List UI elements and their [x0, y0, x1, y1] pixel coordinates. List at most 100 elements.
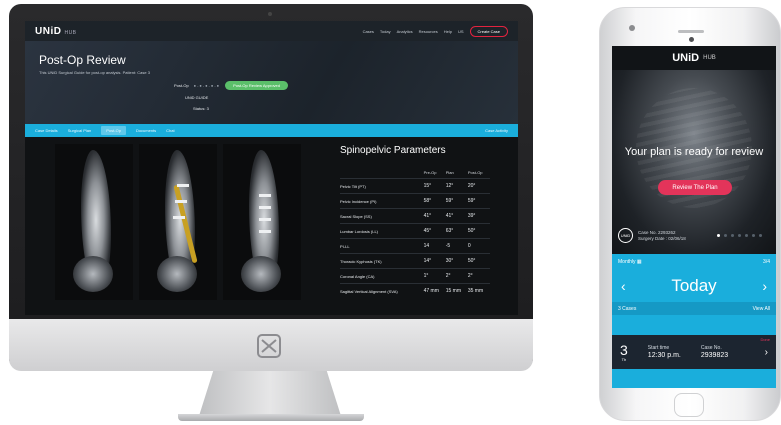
case-list-item[interactable]: 3 Th Start time 12:30 p.m. Case No. 2939…: [612, 335, 776, 369]
approval-row: Post-Op ●-●-●-●-● Post-Op Review Approve…: [174, 81, 289, 90]
chevron-right-icon[interactable]: ›: [762, 278, 767, 294]
monitor-foot: [178, 414, 364, 421]
hero: Post-Op Review This UNiD Surgical Guide …: [25, 41, 518, 124]
tab-case-details[interactable]: Case Details: [35, 128, 58, 133]
calendar-icon: ▦: [636, 258, 642, 265]
tab-post-op[interactable]: Post-Op: [101, 126, 126, 135]
dot-icon: [738, 234, 741, 237]
chevron-right-icon: ›: [764, 346, 768, 358]
approval-label: Post-Op: [174, 83, 189, 88]
phone-hero-image: Your plan is ready for review Review The…: [612, 70, 776, 254]
month-label: Monthly: [618, 258, 636, 265]
monitor-logo-icon: [257, 334, 281, 358]
phone-home-button[interactable]: [674, 393, 704, 417]
case-badge-icon: UNiD: [618, 228, 633, 243]
table-row: PI-LL 14 -5 0: [340, 238, 490, 254]
monitor-camera: [268, 12, 272, 16]
case-text: Case No. 2293262 Surgery Date : 02/06/18: [638, 230, 686, 242]
param-value: 39°: [467, 208, 490, 224]
table-row: Coronal Angle (CA) 1° 2° 2°: [340, 268, 490, 284]
col-header: Pre-Op: [423, 170, 437, 175]
phone-brand-name: UNiD: [672, 52, 700, 64]
dot-icon: [731, 234, 734, 237]
screw-mark: [259, 194, 271, 197]
phone-brand[interactable]: UNiD HUB: [612, 46, 776, 70]
screw-mark: [259, 218, 271, 221]
nav-item[interactable]: Cases: [363, 29, 374, 34]
table-row: Thoracic Kyphosis (TK) 14° 30° 50°: [340, 253, 490, 269]
create-case-button[interactable]: Create Case: [469, 25, 508, 37]
col-header: Plan: [445, 170, 454, 175]
param-value: 30°: [445, 253, 468, 269]
xray-plan[interactable]: [139, 144, 217, 300]
nav-item[interactable]: Help: [444, 29, 452, 34]
param-label: Pelvic Tilt (PT): [340, 178, 424, 194]
tab-surgical-plan[interactable]: Surgical Plan: [68, 128, 92, 133]
start-time-value: 12:30 p.m.: [647, 352, 681, 359]
param-value: 15°: [423, 178, 446, 194]
param-label: Lumbar Lordosis (LL): [340, 223, 424, 239]
phone-case-info: UNiD Case No. 2293262 Surgery Date : 02/…: [618, 228, 686, 243]
screw-mark: [173, 216, 185, 219]
day-selector: ‹ Today ›: [612, 269, 776, 302]
param-label: Pelvic Incidence (PI): [340, 193, 424, 209]
carousel-dots[interactable]: [717, 234, 762, 237]
screw-mark: [259, 206, 271, 209]
progress-dots-icon: ●-●-●-●-●: [193, 83, 221, 88]
tab-case-activity[interactable]: Case Activity: [485, 128, 508, 133]
params-table: Pre-Op Plan Post-Op Pelvic Tilt (PT) 15° 1…: [340, 167, 490, 298]
brand-sub: HUB: [64, 29, 77, 36]
param-value: -5: [445, 238, 468, 254]
start-time-field: Start time 12:30 p.m.: [648, 345, 681, 359]
table-row: Lumbar Lordosis (LL) 45° 63° 50°: [340, 223, 490, 239]
table-row: Pelvic Tilt (PT) 15° 12° 20°: [340, 178, 490, 194]
brand-logo[interactable]: UNiD HUB: [35, 26, 77, 37]
phone-sensor: [689, 37, 694, 42]
case-number-label: Case No.: [700, 345, 722, 351]
main-nav: Cases Today Analytics Resources Help US …: [363, 25, 508, 37]
top-bar: UNiD HUB Cases Today Analytics Resources …: [25, 21, 518, 41]
dot-icon: [745, 234, 748, 237]
calendar-panel: Monthly ▦ 3/4 ‹ Today › 3 Cases View All…: [612, 254, 776, 388]
params-title: Spinopelvic Parameters: [340, 145, 446, 156]
nav-item[interactable]: Resources: [419, 29, 438, 34]
param-value: 12°: [445, 178, 468, 194]
review-plan-button[interactable]: Review The Plan: [658, 180, 732, 195]
xray-post-op[interactable]: [223, 144, 301, 300]
case-date: 3 Th: [620, 343, 628, 362]
chevron-left-icon[interactable]: ‹: [621, 278, 626, 294]
nav-item[interactable]: US: [458, 29, 464, 34]
start-time-label: Start time: [647, 345, 670, 351]
monitor-stand: [199, 371, 341, 416]
pelvis-image: [157, 256, 197, 292]
xray-pre-op[interactable]: [55, 144, 133, 300]
tab-chat[interactable]: Chat: [166, 128, 174, 133]
tab-documents[interactable]: Documents: [136, 128, 156, 133]
param-value: 50°: [467, 223, 490, 239]
screw-mark: [259, 230, 271, 233]
nav-item[interactable]: Analytics: [397, 29, 413, 34]
phone-camera: [629, 25, 635, 31]
phone-speaker: [678, 30, 704, 33]
screw-mark: [175, 200, 187, 203]
param-value: 41°: [445, 208, 468, 224]
pelvis-image: [73, 256, 113, 292]
dot-icon: [752, 234, 755, 237]
case-day-number: 3: [620, 341, 628, 358]
param-value: 47 mm: [423, 283, 446, 298]
param-value: 2°: [467, 268, 490, 284]
month-toggle[interactable]: Monthly ▦: [618, 259, 642, 265]
spinopelvic-parameters: Spinopelvic Parameters Pre-Op Plan Post-…: [340, 145, 490, 298]
tab-bar: Case Details Surgical Plan Post-Op Docum…: [25, 124, 518, 137]
approve-button[interactable]: Post-Op Review Approved: [225, 81, 289, 90]
param-value: 14: [423, 238, 446, 254]
view-all-link[interactable]: View All: [753, 306, 770, 312]
stage: UNiD HUB Cases Today Analytics Resources …: [0, 0, 781, 425]
today-label: Today: [671, 275, 717, 295]
nav-item[interactable]: Today: [380, 29, 391, 34]
param-value: 1°: [423, 268, 446, 284]
params-body: Pelvic Tilt (PT) 15° 12° 20° Pelvic Incidenc…: [340, 178, 490, 298]
col-header: Post-Op: [467, 170, 483, 175]
param-value: 2°: [445, 268, 468, 284]
case-number-value: 2939823: [700, 352, 729, 359]
